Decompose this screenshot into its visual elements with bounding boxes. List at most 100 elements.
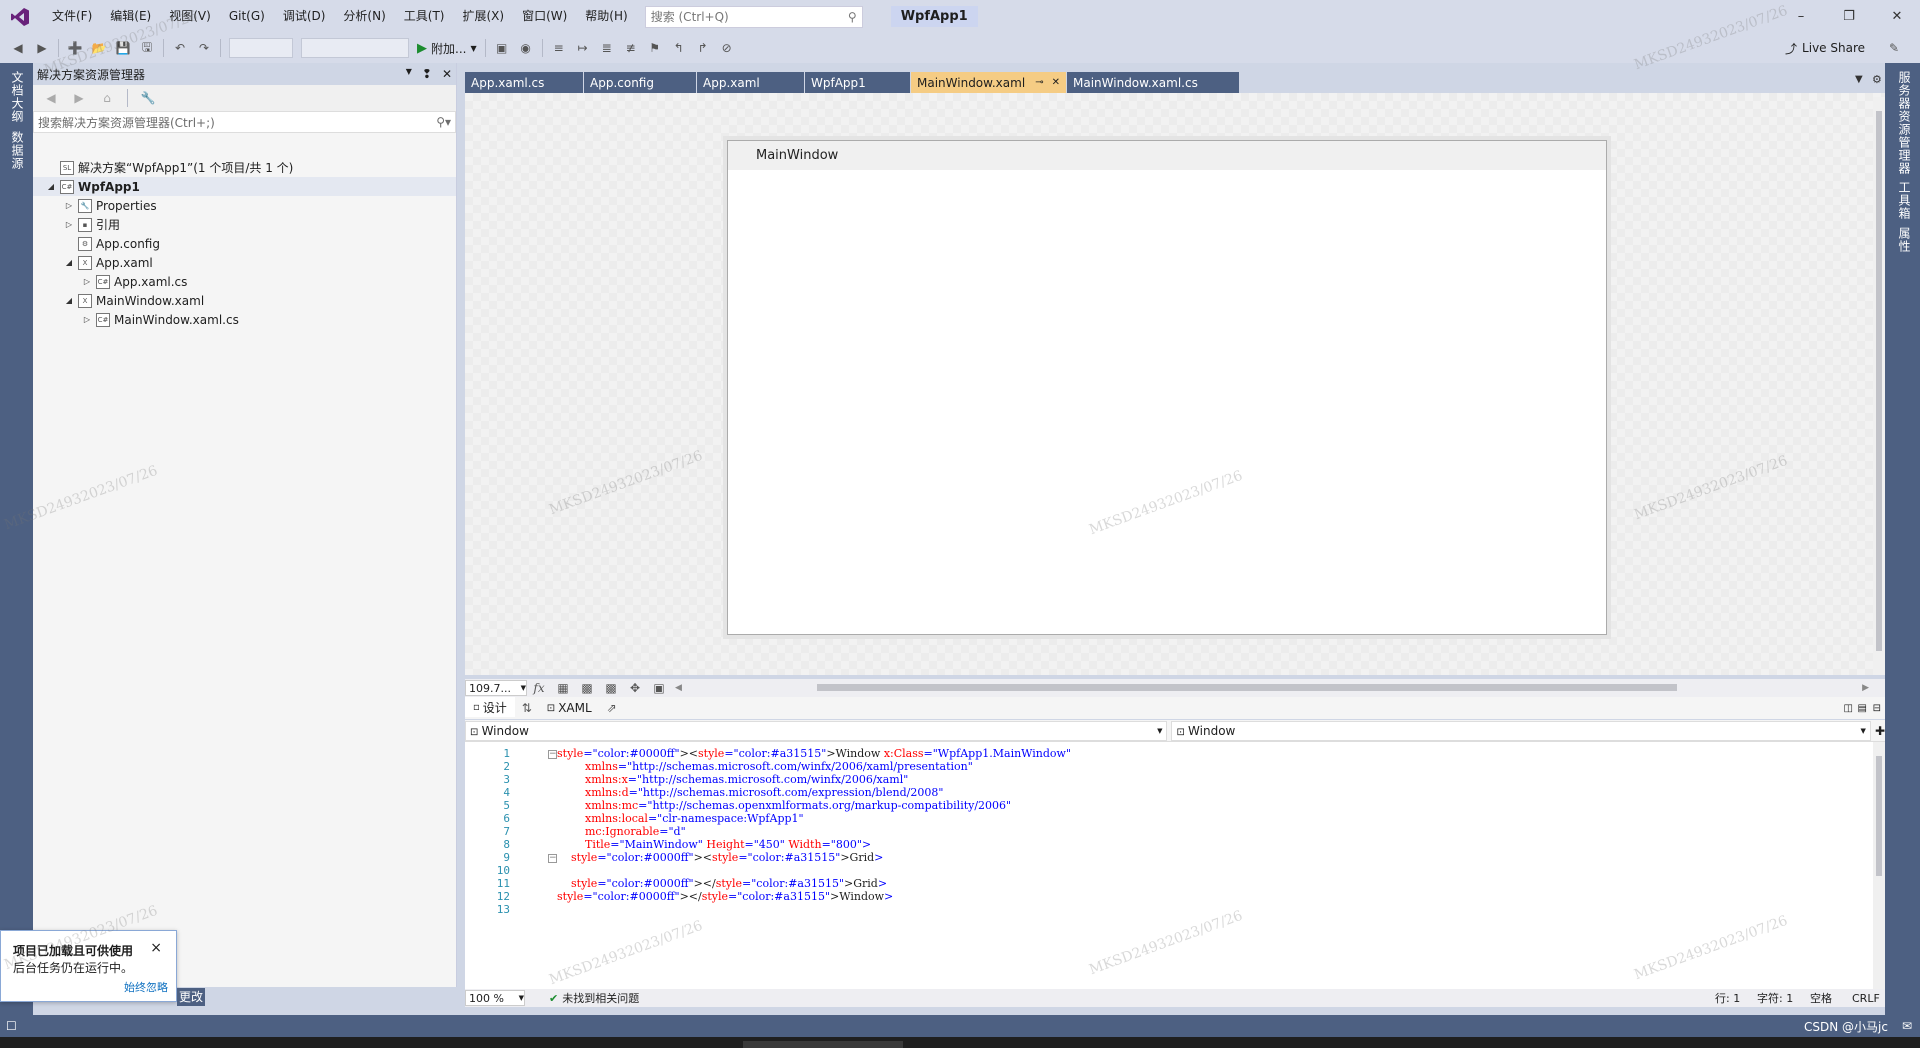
git-changes-tab[interactable]: 更改 <box>177 988 205 1006</box>
align-icon[interactable]: ≡ <box>549 38 569 58</box>
menu-item[interactable]: 帮助(H) <box>576 0 636 33</box>
taskbar-item[interactable] <box>743 1041 903 1048</box>
menu-item[interactable]: Git(G) <box>220 0 274 33</box>
xaml-view-tab[interactable]: ⊡ XAML <box>539 701 600 715</box>
artboard-icon[interactable]: ▩ <box>601 678 621 698</box>
expand-toggle-icon[interactable]: ◢ <box>46 182 56 191</box>
indent-icon[interactable]: ↦ <box>573 38 593 58</box>
tree-item[interactable]: ▷ 🔧 Properties <box>64 196 157 215</box>
browser-link-icon[interactable]: ▣ <box>492 38 512 58</box>
tree-item[interactable]: ▷ C# App.xaml.cs <box>82 272 187 291</box>
tab-overflow-icon[interactable]: ▼ <box>1855 74 1863 85</box>
element-scope-combo[interactable]: ⊡ Window ▼ <box>465 720 1168 741</box>
menu-item[interactable]: 扩展(X) <box>453 0 513 33</box>
document-outline-tab[interactable]: 文档大纲 <box>9 71 26 123</box>
design-window-preview[interactable]: MainWindow <box>727 140 1607 635</box>
gear-icon[interactable]: ⚙ <box>1872 73 1882 86</box>
notification-close-button[interactable]: × <box>150 940 162 956</box>
document-tab[interactable]: MainWindow.xaml.cs <box>1067 72 1239 93</box>
tree-item[interactable]: ◢ X App.xaml <box>64 253 153 272</box>
tree-item[interactable]: ◢ C# WpfApp1 <box>33 177 456 196</box>
menu-item[interactable]: 编辑(E) <box>101 0 160 33</box>
menu-item[interactable]: 分析(N) <box>334 0 394 33</box>
horizontal-scrollbar-thumb[interactable] <box>817 684 1677 691</box>
document-tab[interactable]: MainWindow.xaml ⊸ ✕ <box>911 72 1066 93</box>
forward-icon[interactable]: ▶ <box>69 88 89 108</box>
save-all-icon[interactable]: 🖫 <box>137 38 157 58</box>
minimize-button[interactable]: – <box>1778 0 1824 33</box>
collapse-pane-icon[interactable]: ⊟ <box>1873 703 1881 714</box>
menu-item[interactable]: 视图(V) <box>160 0 220 33</box>
document-tab[interactable]: App.xaml.cs <box>465 72 583 93</box>
swap-panes-icon[interactable]: ⇅ <box>517 698 537 718</box>
toolbox-tab[interactable]: 工具箱 <box>1896 181 1913 220</box>
next-bookmark-icon[interactable]: ↱ <box>693 38 713 58</box>
split-add-icon[interactable]: ✚ <box>1875 724 1885 738</box>
document-tab[interactable]: App.config <box>584 72 696 93</box>
horizontal-split-icon[interactable]: ▤ <box>1858 703 1867 714</box>
editor-vertical-scrollbar[interactable] <box>1873 742 1885 989</box>
grid-icon[interactable]: ▦ <box>553 678 573 698</box>
pin-icon[interactable]: ❢ <box>422 67 432 81</box>
solution-search-input[interactable]: 搜索解决方案资源管理器(Ctrl+;) ⚲▾ <box>33 111 456 133</box>
tree-item[interactable]: ⚙ App.config <box>64 234 160 253</box>
bell-icon[interactable]: ✉ <box>1902 1019 1912 1033</box>
expand-toggle-icon[interactable]: ▷ <box>64 201 74 210</box>
platform-combo[interactable] <box>301 38 409 58</box>
scroll-left-icon[interactable]: ◀ <box>675 683 682 693</box>
editor-zoom-combo[interactable]: 100 % ▼ <box>465 990 525 1006</box>
expand-toggle-icon[interactable]: ▷ <box>64 220 74 229</box>
expand-toggle-icon[interactable]: ▷ <box>82 315 92 324</box>
close-tab-icon[interactable]: ✕ <box>1052 77 1060 88</box>
design-view-tab[interactable]: ▫ 设计 <box>465 697 515 719</box>
clear-bookmark-icon[interactable]: ⊘ <box>717 38 737 58</box>
expand-toggle-icon[interactable]: ▷ <box>82 277 92 286</box>
feedback-icon[interactable]: ✎ <box>1884 38 1904 58</box>
document-tab[interactable]: WpfApp1 <box>805 72 910 93</box>
designer-vertical-scrollbar[interactable] <box>1873 97 1885 675</box>
restore-button[interactable]: ❐ <box>1826 0 1872 33</box>
forward-icon[interactable]: ▶ <box>32 38 52 58</box>
tree-item[interactable]: ◢ X MainWindow.xaml <box>64 291 204 310</box>
line-ending-indicator[interactable]: CRLF <box>1852 992 1880 1005</box>
menu-item[interactable]: 调试(D) <box>274 0 335 33</box>
expand-toggle-icon[interactable]: ◢ <box>64 258 74 267</box>
data-sources-tab[interactable]: 数据源 <box>9 131 26 170</box>
notifications-icon[interactable]: ☐ <box>6 1019 17 1033</box>
tree-item[interactable]: ▷ C# MainWindow.xaml.cs <box>82 310 239 329</box>
configuration-combo[interactable] <box>229 38 293 58</box>
issues-text[interactable]: 未找到相关问题 <box>562 990 639 1006</box>
device-icon[interactable]: ▣ <box>649 678 669 698</box>
scroll-right-icon[interactable]: ▶ <box>1862 683 1869 693</box>
redo-icon[interactable]: ↷ <box>194 38 214 58</box>
code-line[interactable]: style="color:#0000ff"></style="color:#a3… <box>557 889 893 905</box>
home-icon[interactable]: ⌂ <box>97 88 117 108</box>
collapse-grid-icon[interactable]: − <box>548 854 557 863</box>
code-line[interactable]: style="color:#0000ff"><style="color:#a31… <box>557 850 883 866</box>
undo-icon[interactable]: ↶ <box>170 38 190 58</box>
screenshot-icon[interactable]: ◉ <box>516 38 536 58</box>
popout-icon[interactable]: ⇗ <box>602 698 622 718</box>
member-scope-combo[interactable]: ⊡ Window ▼ <box>1171 720 1871 741</box>
properties-tab[interactable]: 属性 <box>1896 227 1913 253</box>
snap-grid-icon[interactable]: ▩ <box>577 678 597 698</box>
back-icon[interactable]: ◀ <box>41 88 61 108</box>
close-icon[interactable]: ✕ <box>442 67 452 81</box>
tree-item[interactable]: SL 解决方案“WpfApp1”(1 个项目/共 1 个) <box>46 158 293 177</box>
tree-item[interactable]: ▷ ▪ 引用 <box>64 215 120 234</box>
live-share-button[interactable]: ⤴ Live Share <box>1785 33 1865 63</box>
wrench-icon[interactable]: 🔧 <box>138 88 158 108</box>
xaml-code-editor[interactable]: 1 2 3 4 5 6 7 8 9 10 11 12 13 style="color:#0000ff">… <box>465 742 1885 989</box>
fx-button[interactable]: fx <box>529 678 549 698</box>
open-icon[interactable]: 📂 <box>89 38 109 58</box>
prev-bookmark-icon[interactable]: ↰ <box>669 38 689 58</box>
chevron-down-icon[interactable]: ▼ <box>406 67 412 81</box>
pin-icon[interactable]: ⊸ <box>1035 77 1043 88</box>
uncomment-icon[interactable]: ≢ <box>621 38 641 58</box>
zoom-combo[interactable]: 109.7... ▼ <box>465 680 527 696</box>
menu-item[interactable]: 文件(F) <box>43 0 101 33</box>
document-tab[interactable]: App.xaml <box>697 72 804 93</box>
start-debug-button[interactable]: ▶ 附加... ▼ <box>413 40 481 57</box>
menu-item[interactable]: 工具(T) <box>395 0 454 33</box>
always-ignore-link[interactable]: 始终忽略 <box>124 979 168 995</box>
